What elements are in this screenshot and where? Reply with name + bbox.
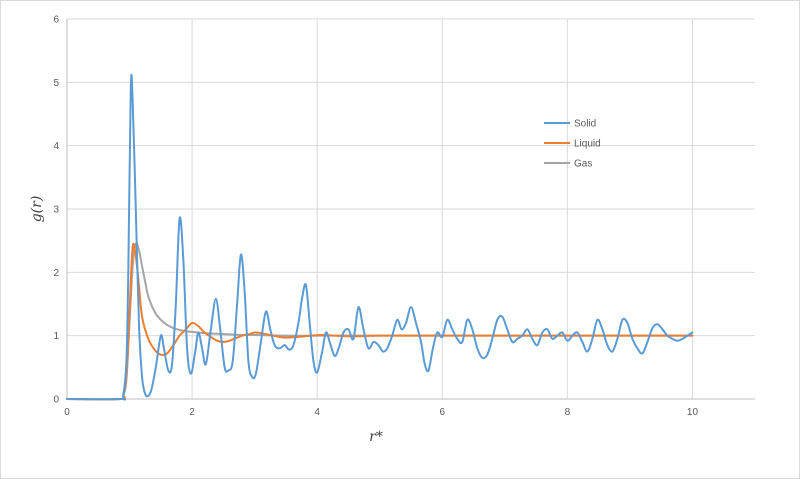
y-tick-label: 2 [53, 268, 59, 279]
y-tick-label: 0 [53, 395, 59, 406]
series-line-solid [66, 73, 694, 401]
y-tick-label: 5 [53, 78, 59, 89]
legend-label-gas: Gas [574, 159, 592, 170]
legend-label-liquid: Liquid [574, 139, 601, 150]
y-tick-label: 3 [53, 205, 59, 216]
gr-line-chart: 0 2 4 6 8 10 0 1 2 3 4 5 6 Solid Liquid Gas r* g(r) [29, 15, 755, 445]
x-tick-label: 10 [687, 407, 699, 418]
y-tick-label: 4 [53, 141, 59, 152]
legend: Solid Liquid Gas [544, 119, 601, 170]
y-axis-title: g(r) [29, 196, 45, 223]
chart-container: 0 2 4 6 8 10 0 1 2 3 4 5 6 Solid Liquid Gas r* g(r) [0, 0, 800, 479]
x-tick-label: 8 [565, 407, 571, 418]
x-tick-label: 0 [64, 407, 70, 418]
series-lines [66, 73, 694, 401]
x-tick-label: 6 [439, 407, 445, 418]
legend-label-solid: Solid [574, 119, 596, 130]
gridlines [66, 18, 755, 400]
y-tick-label: 6 [53, 15, 59, 26]
axes: 0 2 4 6 8 10 0 1 2 3 4 5 6 [53, 15, 755, 418]
x-tick-label: 4 [314, 407, 320, 418]
y-tick-label: 1 [53, 331, 59, 342]
x-tick-label: 2 [189, 407, 195, 418]
x-axis-title: r* [369, 429, 383, 445]
